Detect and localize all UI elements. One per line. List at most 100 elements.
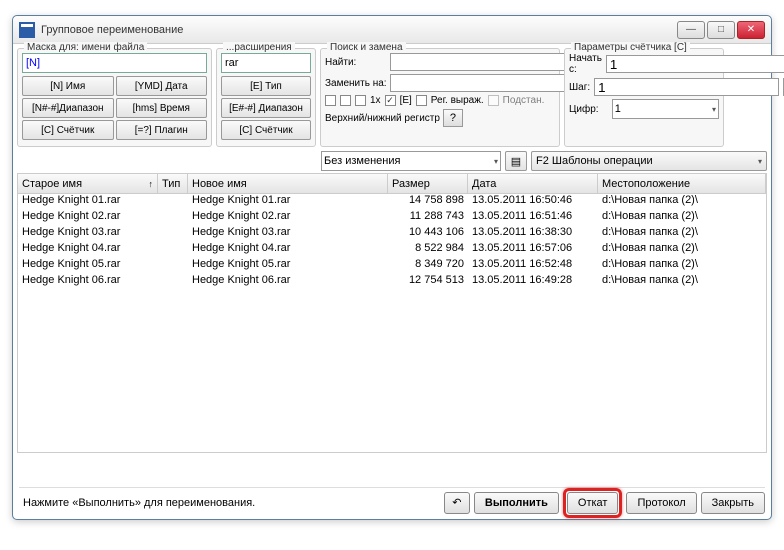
mask-btn-time[interactable]: [hms] Время <box>116 98 208 118</box>
cell-type <box>158 274 188 290</box>
step-input[interactable] <box>594 78 779 96</box>
cell-new: Hedge Knight 06.rar <box>188 274 388 290</box>
mask-btn-name[interactable]: [N] Имя <box>22 76 114 96</box>
chk-empty1[interactable] <box>325 95 336 106</box>
file-table: Старое имя↑ Тип Новое имя Размер Дата Ме… <box>17 173 767 453</box>
cell-loc: d:\Новая папка (2)\ <box>598 210 766 226</box>
ext-input[interactable] <box>221 53 311 73</box>
rename-dialog: Групповое переименование — □ ✕ Маска для… <box>12 15 772 520</box>
cell-size: 14 758 898 <box>388 194 468 210</box>
mask-btn-plugin[interactable]: [=?] Плагин <box>116 120 208 140</box>
start-input[interactable] <box>606 55 784 73</box>
counter-group-title: Параметры счётчика [C] <box>571 42 690 53</box>
cell-new: Hedge Knight 05.rar <box>188 258 388 274</box>
mask-btn-date[interactable]: [YMD] Дата <box>116 76 208 96</box>
cell-type <box>158 194 188 210</box>
start-label: Начать с: <box>569 53 602 75</box>
digits-label: Цифр: <box>569 104 608 115</box>
ext-group-title: ...расширения <box>223 42 295 53</box>
table-row[interactable]: Hedge Knight 05.rarHedge Knight 05.rar8 … <box>18 258 766 274</box>
cell-loc: d:\Новая папка (2)\ <box>598 194 766 210</box>
sort-up-icon: ↑ <box>149 179 154 189</box>
cell-old: Hedge Knight 03.rar <box>18 226 158 242</box>
search-group: Поиск и замена Найти: ▾ Заменить на: ▾ 1… <box>320 48 560 147</box>
f2-templates-button[interactable]: F2 Шаблоны операции▾ <box>531 151 767 171</box>
table-row[interactable]: Hedge Knight 06.rarHedge Knight 06.rar12… <box>18 274 766 290</box>
step-label: Шаг: <box>569 82 590 93</box>
chk-regex[interactable] <box>416 95 427 106</box>
table-row[interactable]: Hedge Knight 04.rarHedge Knight 04.rar8 … <box>18 242 766 258</box>
cell-date: 13.05.2011 16:38:30 <box>468 226 598 242</box>
cell-loc: d:\Новая папка (2)\ <box>598 242 766 258</box>
digits-select[interactable]: 1▾ <box>612 99 719 119</box>
app-icon <box>19 22 35 38</box>
mask-btn-counter[interactable]: [C] Счётчик <box>22 120 114 140</box>
cell-old: Hedge Knight 06.rar <box>18 274 158 290</box>
execute-button[interactable]: Выполнить <box>474 492 559 514</box>
cell-date: 13.05.2011 16:57:06 <box>468 242 598 258</box>
ext-btn-range[interactable]: [E#-#] Диапазон <box>221 98 311 118</box>
cell-type <box>158 226 188 242</box>
close-button[interactable]: ✕ <box>737 21 765 39</box>
search-group-title: Поиск и замена <box>327 42 406 53</box>
replace-label: Заменить на: <box>325 78 387 89</box>
minimize-button[interactable]: — <box>677 21 705 39</box>
find-input[interactable] <box>390 53 573 71</box>
undo-button[interactable]: ↶ <box>444 492 470 514</box>
cell-loc: d:\Новая папка (2)\ <box>598 274 766 290</box>
cell-size: 10 443 106 <box>388 226 468 242</box>
cell-type <box>158 258 188 274</box>
cell-date: 13.05.2011 16:49:28 <box>468 274 598 290</box>
close-footer-button[interactable]: Закрыть <box>701 492 765 514</box>
chk-sub[interactable] <box>488 95 499 106</box>
cell-new: Hedge Knight 01.rar <box>188 194 388 210</box>
col-date[interactable]: Дата <box>468 174 598 193</box>
replace-input[interactable] <box>390 74 573 92</box>
ext-group: ...расширения [E] Тип [E#-#] Диапазон [C… <box>216 48 316 147</box>
rollback-button[interactable]: Откат <box>567 492 619 514</box>
mask-btn-range[interactable]: [N#-#]Диапазон <box>22 98 114 118</box>
chk-empty2[interactable] <box>340 95 351 106</box>
case-select[interactable]: Без изменения▾ <box>321 151 501 171</box>
cell-new: Hedge Knight 02.rar <box>188 210 388 226</box>
cell-date: 13.05.2011 16:51:46 <box>468 210 598 226</box>
cell-date: 13.05.2011 16:52:48 <box>468 258 598 274</box>
mask-input[interactable] <box>22 53 207 73</box>
cell-type <box>158 242 188 258</box>
col-type[interactable]: Тип <box>158 174 188 193</box>
ext-btn-counter[interactable]: [C] Счётчик <box>221 120 311 140</box>
cell-old: Hedge Knight 04.rar <box>18 242 158 258</box>
counter-group: Параметры счётчика [C] Начать с: ▴▾ Шаг:… <box>564 48 724 147</box>
cell-date: 13.05.2011 16:50:46 <box>468 194 598 210</box>
mask-group: Маска для: имени файла [N] Имя [YMD] Дат… <box>17 48 212 147</box>
ext-btn-type[interactable]: [E] Тип <box>221 76 311 96</box>
case-label: Верхний/нижний регистр <box>325 113 440 124</box>
cell-size: 12 754 513 <box>388 274 468 290</box>
col-new[interactable]: Новое имя <box>188 174 388 193</box>
col-size[interactable]: Размер <box>388 174 468 193</box>
find-label: Найти: <box>325 57 387 68</box>
cell-new: Hedge Knight 04.rar <box>188 242 388 258</box>
col-loc[interactable]: Местоположение <box>598 174 766 193</box>
cell-size: 8 522 984 <box>388 242 468 258</box>
chk-e[interactable]: ✓ <box>385 95 396 106</box>
protocol-button[interactable]: Протокол <box>626 492 696 514</box>
chk-1x[interactable] <box>355 95 366 106</box>
mask-group-title: Маска для: имени файла <box>24 42 147 53</box>
cell-size: 8 349 720 <box>388 258 468 274</box>
cell-new: Hedge Knight 03.rar <box>188 226 388 242</box>
table-row[interactable]: Hedge Knight 01.rarHedge Knight 01.rar14… <box>18 194 766 210</box>
table-row[interactable]: Hedge Knight 03.rarHedge Knight 03.rar10… <box>18 226 766 242</box>
cell-old: Hedge Knight 05.rar <box>18 258 158 274</box>
cell-old: Hedge Knight 02.rar <box>18 210 158 226</box>
window-title: Групповое переименование <box>41 24 677 36</box>
titlebar[interactable]: Групповое переименование — □ ✕ <box>13 16 771 44</box>
table-row[interactable]: Hedge Knight 02.rarHedge Knight 02.rar11… <box>18 210 766 226</box>
footer-hint: Нажмите «Выполнить» для переименования. <box>19 497 440 509</box>
cell-type <box>158 210 188 226</box>
help-button[interactable]: ? <box>443 109 463 127</box>
col-old[interactable]: Старое имя↑ <box>18 174 158 193</box>
cell-loc: d:\Новая папка (2)\ <box>598 258 766 274</box>
doc-icon-button[interactable]: ▤ <box>505 151 527 171</box>
maximize-button[interactable]: □ <box>707 21 735 39</box>
